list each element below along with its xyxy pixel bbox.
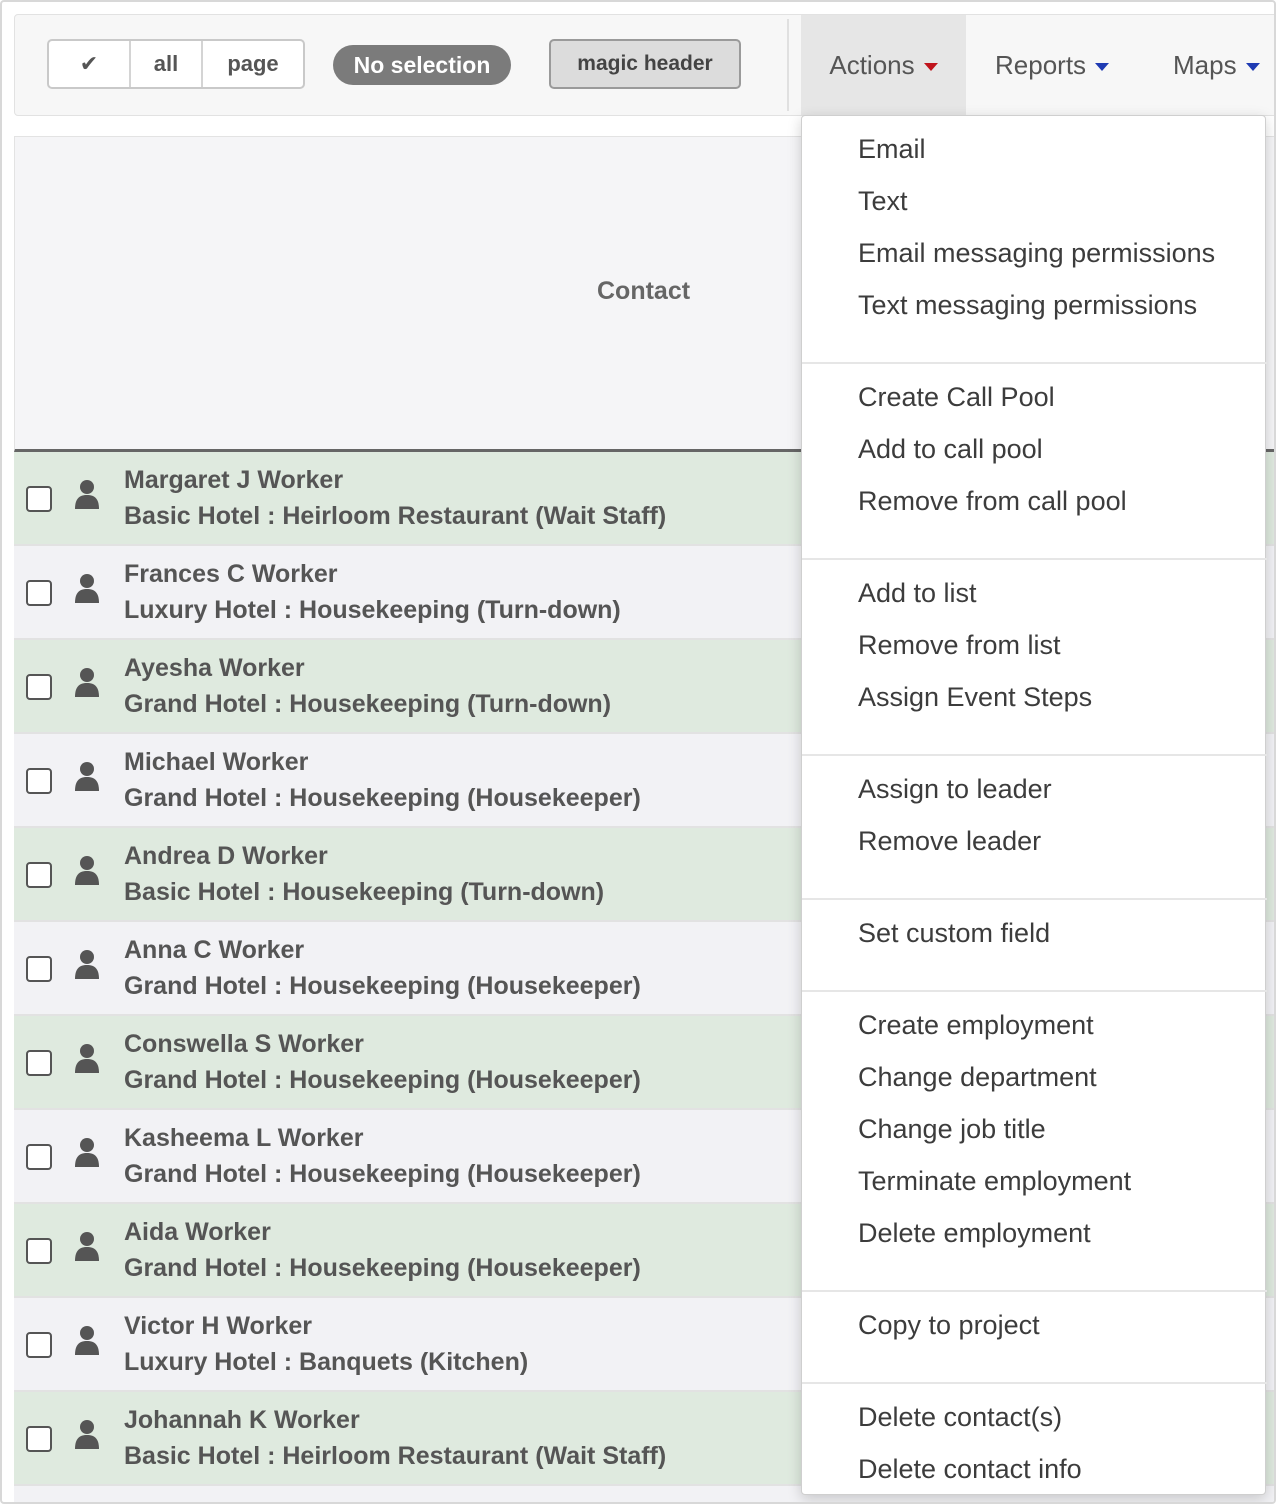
contact-employment: Grand Hotel : Housekeeping (Housekeeper)	[124, 1066, 641, 1094]
menu-item-create-call-pool[interactable]: Create Call Pool	[858, 382, 1055, 413]
toolbar-divider	[787, 19, 789, 111]
menu-item-terminate-employment[interactable]: Terminate employment	[858, 1166, 1131, 1197]
menu-item-delete-employment[interactable]: Delete employment	[858, 1218, 1091, 1249]
person-icon	[75, 480, 99, 509]
selection-status-badge: No selection	[333, 45, 511, 85]
caret-down-icon	[1095, 62, 1110, 71]
contact-employment: Luxury Hotel : Banquets (Kitchen)	[124, 1348, 529, 1376]
caret-down-icon	[1245, 62, 1260, 71]
person-icon	[75, 1326, 99, 1355]
row-checkbox[interactable]	[26, 1426, 52, 1452]
column-header-contact[interactable]: Contact	[597, 277, 690, 306]
contact-name[interactable]: Michael Worker	[124, 748, 308, 777]
person-icon	[75, 668, 99, 697]
contact-employment: Basic Hotel : Heirloom Restaurant (Wait …	[124, 502, 667, 530]
person-icon	[75, 1138, 99, 1167]
person-icon	[75, 1044, 99, 1073]
menu-item-email-messaging-permissions[interactable]: Email messaging permissions	[858, 238, 1215, 269]
select-all-button[interactable]: all	[131, 41, 203, 87]
menu-divider	[802, 1382, 1267, 1384]
menu-item-change-job-title[interactable]: Change job title	[858, 1114, 1046, 1145]
menu-divider	[802, 898, 1267, 900]
maps-menu-button[interactable]: Maps	[1173, 15, 1260, 115]
person-icon	[75, 762, 99, 791]
row-checkbox[interactable]	[26, 580, 52, 606]
menu-item-remove-from-call-pool[interactable]: Remove from call pool	[858, 486, 1127, 517]
row-checkbox[interactable]	[26, 862, 52, 888]
toolbar: ✔ all page No selection magic header Act…	[14, 14, 1274, 116]
row-checkbox[interactable]	[26, 1332, 52, 1358]
menu-item-change-department[interactable]: Change department	[858, 1062, 1097, 1093]
menu-divider	[802, 1290, 1267, 1292]
menu-divider	[802, 754, 1267, 756]
contact-name[interactable]: Victor H Worker	[124, 1312, 312, 1341]
contact-employment: Luxury Hotel : Housekeeping (Turn-down)	[124, 596, 621, 624]
menu-item-add-to-list[interactable]: Add to list	[858, 578, 977, 609]
person-icon	[75, 1420, 99, 1449]
magic-header-button[interactable]: magic header	[549, 39, 741, 89]
row-checkbox[interactable]	[26, 1238, 52, 1264]
menu-item-create-employment[interactable]: Create employment	[858, 1010, 1094, 1041]
row-checkbox[interactable]	[26, 1144, 52, 1170]
contact-employment: Grand Hotel : Housekeeping (Housekeeper)	[124, 1254, 641, 1282]
contact-name[interactable]: Margaret J Worker	[124, 466, 343, 495]
contact-name[interactable]: Conswella S Worker	[124, 1030, 364, 1059]
person-icon	[75, 1232, 99, 1261]
contact-name[interactable]: Aida Worker	[124, 1218, 271, 1247]
menu-item-assign-to-leader[interactable]: Assign to leader	[858, 774, 1052, 805]
row-checkbox[interactable]	[26, 1050, 52, 1076]
row-checkbox[interactable]	[26, 486, 52, 512]
app-frame: ✔ all page No selection magic header Act…	[0, 0, 1276, 1504]
contact-employment: Basic Hotel : Heirloom Restaurant (Wait …	[124, 1442, 667, 1470]
contact-name[interactable]: Kasheema L Worker	[124, 1124, 363, 1153]
contact-employment: Grand Hotel : Housekeeping (Turn-down)	[124, 690, 612, 718]
contact-employment: Grand Hotel : Housekeeping (Housekeeper)	[124, 972, 641, 1000]
actions-label: Actions	[829, 49, 915, 80]
menu-item-text-messaging-permissions[interactable]: Text messaging permissions	[858, 290, 1197, 321]
select-check-button[interactable]: ✔	[49, 41, 131, 87]
contact-name[interactable]: Frances C Worker	[124, 560, 338, 589]
select-page-button[interactable]: page	[203, 41, 303, 87]
menu-item-text[interactable]: Text	[858, 186, 908, 217]
menu-divider	[802, 558, 1267, 560]
contact-employment: Grand Hotel : Housekeeping (Housekeeper)	[124, 1160, 641, 1188]
actions-menu-button[interactable]: Actions	[801, 15, 966, 115]
row-checkbox[interactable]	[26, 674, 52, 700]
reports-label: Reports	[995, 49, 1087, 80]
actions-dropdown-menu: Email Text Email messaging permissions Text…	[801, 115, 1267, 1495]
caret-down-icon	[923, 62, 938, 71]
menu-item-set-custom-field[interactable]: Set custom field	[858, 918, 1050, 949]
menu-item-remove-leader[interactable]: Remove leader	[858, 826, 1041, 857]
contact-name[interactable]: Johannah K Worker	[124, 1406, 360, 1435]
menu-item-copy-to-project[interactable]: Copy to project	[858, 1310, 1040, 1341]
menu-item-add-to-call-pool[interactable]: Add to call pool	[858, 434, 1043, 465]
menu-divider	[802, 362, 1267, 364]
person-icon	[75, 856, 99, 885]
contact-employment: Basic Hotel : Housekeeping (Turn-down)	[124, 878, 605, 906]
menu-item-delete-contact-s[interactable]: Delete contact(s)	[858, 1402, 1062, 1433]
reports-menu-button[interactable]: Reports	[995, 15, 1110, 115]
menu-item-remove-from-list[interactable]: Remove from list	[858, 630, 1061, 661]
contact-employment: Grand Hotel : Housekeeping (Housekeeper)	[124, 784, 641, 812]
person-icon	[75, 574, 99, 603]
menu-item-assign-event-steps[interactable]: Assign Event Steps	[858, 682, 1092, 713]
selection-button-group: ✔ all page	[47, 39, 305, 89]
menu-item-email[interactable]: Email	[858, 134, 926, 165]
row-checkbox[interactable]	[26, 956, 52, 982]
maps-label: Maps	[1173, 49, 1237, 80]
menu-item-delete-contact-info[interactable]: Delete contact info	[858, 1454, 1082, 1485]
row-checkbox[interactable]	[26, 768, 52, 794]
person-icon	[75, 950, 99, 979]
contact-name[interactable]: Anna C Worker	[124, 936, 304, 965]
contact-name[interactable]: Ayesha Worker	[124, 654, 305, 683]
menu-divider	[802, 990, 1267, 992]
contact-name[interactable]: Andrea D Worker	[124, 842, 328, 871]
